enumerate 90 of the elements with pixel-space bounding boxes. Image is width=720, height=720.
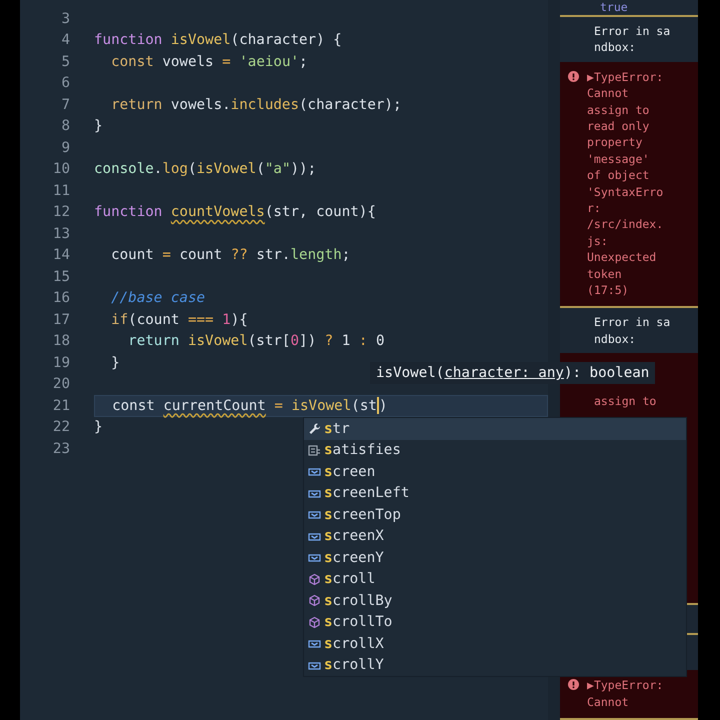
code-token: (str, count){ <box>264 204 376 220</box>
line-number: 18 <box>52 333 70 350</box>
code-token: ( <box>188 161 197 178</box>
code-token: vowels <box>162 54 215 70</box>
code-token: = <box>273 398 284 414</box>
line-number: 7 <box>60 96 70 113</box>
list-icon <box>308 444 321 457</box>
code-token: countVowels <box>170 204 265 220</box>
error-heading: Error in sandbox: <box>594 22 670 56</box>
code-token: ){ <box>230 312 248 328</box>
code-token: (character); <box>299 96 402 113</box>
code-token: 0 <box>376 333 384 350</box>
suggestion-item[interactable]: scrollX <box>304 633 686 654</box>
suggestion-item[interactable]: str <box>304 418 686 440</box>
code-token: return <box>127 333 180 350</box>
code-token: (str[ <box>248 333 290 350</box>
line-number: 19 <box>52 354 70 371</box>
line-number: 12 <box>52 204 70 220</box>
error-icon <box>568 679 579 690</box>
error-heading: Error in sandbox: <box>594 314 670 348</box>
line-number: 5 <box>60 54 70 70</box>
code-token: 1 <box>222 312 231 328</box>
code-token: isVowel <box>291 398 352 414</box>
cube-icon <box>308 594 321 608</box>
code-token: ? <box>324 333 334 350</box>
code-token: = <box>162 247 172 264</box>
code-token: function <box>94 204 164 220</box>
cube-icon <box>308 616 321 629</box>
code-token: } <box>94 118 103 134</box>
code-token: ) <box>378 398 388 414</box>
error-message: ▶TypeError: Cannot assign to read only property 'message' of object 'SyntaxError: /src/index.js: Unexpected token (17:5) <box>560 62 698 308</box>
line-number: 17 <box>52 312 70 328</box>
line-number: 22 <box>52 419 70 436</box>
line-number: 16 <box>52 290 70 306</box>
line-number: 10 <box>52 161 70 178</box>
line-number: 3 <box>60 10 70 27</box>
code-token: includes <box>230 96 300 113</box>
code-token: isVowel <box>188 333 248 350</box>
suggestion-item[interactable]: scrollTo <box>304 612 686 633</box>
code-token: vowels. <box>170 96 231 113</box>
code-token: if <box>110 312 128 328</box>
code-token: ]) <box>299 333 318 350</box>
code-token: isVowel <box>196 161 256 178</box>
code-token: function <box>94 32 164 48</box>
code-token: count <box>110 247 155 264</box>
code-token: st <box>360 398 377 414</box>
code-token: 0 <box>290 333 300 350</box>
code-token: 1 <box>342 333 352 350</box>
code-token: ( <box>256 161 265 178</box>
line-number: 6 <box>60 75 70 92</box>
code-token: const <box>110 54 155 70</box>
line-number: 13 <box>52 226 70 242</box>
code-token: console <box>94 161 154 178</box>
line-number: 8 <box>60 118 70 134</box>
cube-icon <box>308 572 321 586</box>
line-number: 14 <box>52 247 70 264</box>
line-number: 21 <box>52 398 70 414</box>
code-token: === <box>188 312 215 328</box>
code-token: ; <box>342 247 350 264</box>
code-token: = <box>222 54 232 70</box>
line-number: 11 <box>52 182 70 199</box>
line-number: 4 <box>60 32 70 48</box>
code-token: (count <box>128 312 180 328</box>
code-token: )); <box>290 161 316 178</box>
code-token: return <box>110 96 164 113</box>
line-number: 9 <box>60 140 70 156</box>
code-token: } <box>94 419 103 436</box>
code-token: } <box>110 354 120 371</box>
code-token: ; <box>299 54 308 70</box>
code-token: . <box>154 161 162 178</box>
code-token: str. <box>256 247 290 264</box>
code-token: //base case <box>110 290 206 306</box>
error-icon <box>568 70 579 82</box>
code-token: : <box>358 333 368 350</box>
code-token: length <box>290 247 342 264</box>
code-token: (character) { <box>230 32 342 48</box>
code-token: isVowel <box>170 32 231 48</box>
code-token: 'aeiou' <box>239 54 300 70</box>
line-number: 20 <box>52 376 70 392</box>
wrench-icon <box>308 422 321 436</box>
code-token: count <box>179 247 224 264</box>
code-token: ( <box>351 398 360 414</box>
line-number: 15 <box>52 268 70 285</box>
code-token: "a" <box>264 161 290 178</box>
code-token: ?? <box>230 247 249 264</box>
code-token: const <box>111 398 156 414</box>
signature-tooltip: isVowel(character: any): boolean <box>370 362 656 384</box>
code-token: currentCount <box>163 398 266 414</box>
line-number: 23 <box>52 440 70 457</box>
code-token: log <box>162 161 188 178</box>
